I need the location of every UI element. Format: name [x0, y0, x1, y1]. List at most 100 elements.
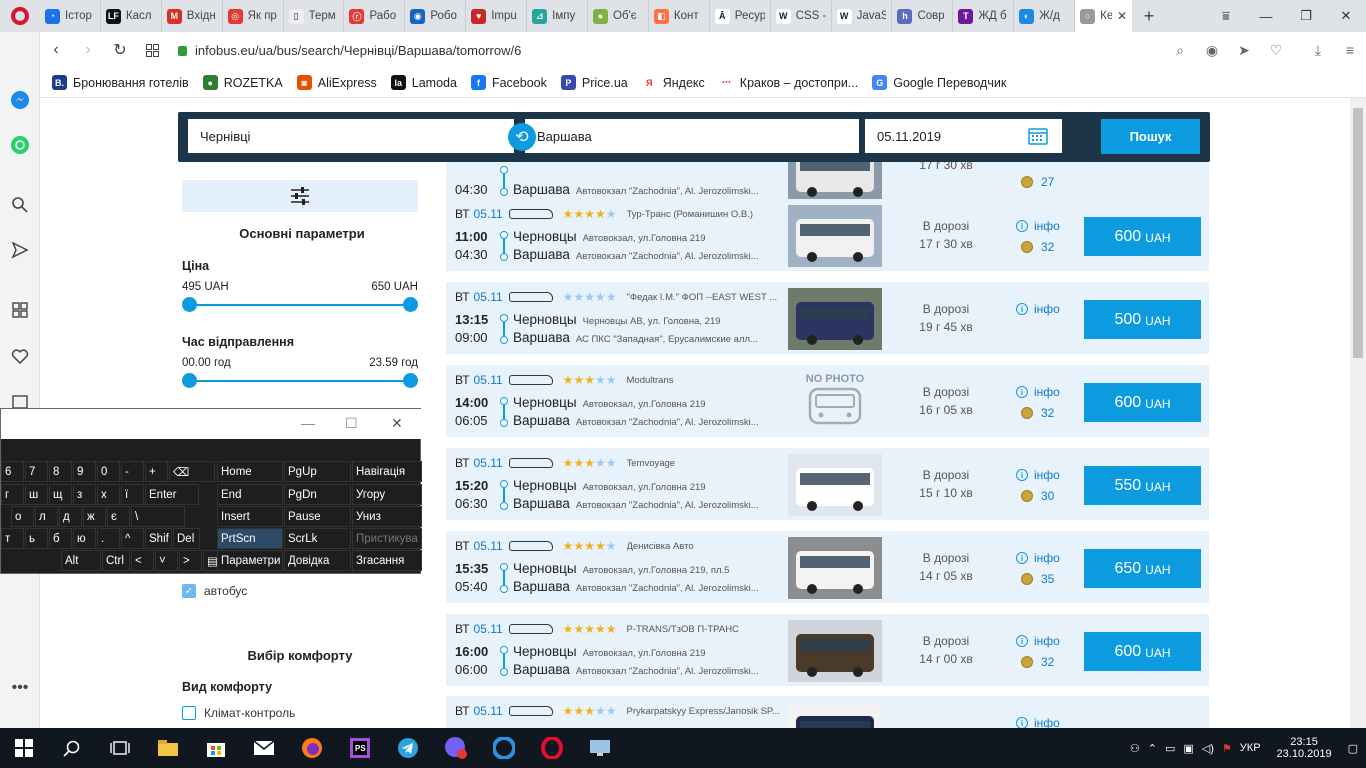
- tab-3[interactable]: ◎ Як пр: [223, 0, 284, 32]
- osk-key[interactable]: т: [1, 528, 24, 549]
- time-max-handle[interactable]: [403, 373, 418, 388]
- minimize-button[interactable]: —: [1246, 0, 1286, 32]
- tab-1[interactable]: LF Касл: [101, 0, 162, 32]
- osk-key[interactable]: Параметри: [217, 550, 283, 571]
- time-min-handle[interactable]: [182, 373, 197, 388]
- mail-icon[interactable]: [240, 728, 288, 768]
- forward-button[interactable]: ›: [72, 34, 104, 66]
- carrier-name[interactable]: Тур-Транс (Романишин О.В.): [627, 209, 754, 220]
- back-button[interactable]: ‹: [40, 34, 72, 66]
- download-icon[interactable]: ⤓: [1302, 34, 1334, 66]
- osk-key[interactable]: >: [179, 550, 202, 571]
- osk-key[interactable]: 0: [97, 461, 120, 482]
- from-input[interactable]: Чернівці: [188, 119, 514, 153]
- tab-10[interactable]: ◧ Конт: [649, 0, 710, 32]
- result-card[interactable]: ВТ 05.11 ★ ★ ★ ★ ★ P-TRANS/ТзОВ П-ТРАНС 16:00 06:…: [446, 614, 1209, 686]
- date-input[interactable]: 05.11.2019: [865, 119, 1062, 153]
- tab-9[interactable]: ● Об'є: [588, 0, 649, 32]
- osk-key[interactable]: ю: [73, 528, 96, 549]
- result-card[interactable]: ВТ 05.11 ★ ★ ★ ★ ★ Денисівка Авто 15:35 05:40 Черн…: [446, 531, 1209, 603]
- taskbar-search-icon[interactable]: [48, 728, 96, 768]
- buy-price-button[interactable]: 550 UAH: [1084, 466, 1201, 505]
- osk-key[interactable]: ї: [121, 484, 144, 505]
- buy-price-button[interactable]: 500 UAH: [1084, 300, 1201, 339]
- osk-key[interactable]: д: [59, 506, 82, 527]
- telegram-icon[interactable]: [384, 728, 432, 768]
- osk-key[interactable]: 8: [49, 461, 72, 482]
- search-button[interactable]: Пошук: [1101, 119, 1200, 154]
- whatsapp-icon[interactable]: [10, 135, 30, 155]
- clock[interactable]: 23:15 23.10.2019: [1277, 736, 1332, 760]
- bookmark-1[interactable]: ● ROZETKA: [202, 75, 283, 90]
- buy-price-button[interactable]: 600 UAH: [1084, 383, 1201, 422]
- page-scrollbar[interactable]: [1350, 98, 1366, 728]
- osk-key[interactable]: щ: [49, 484, 72, 505]
- osk-key[interactable]: ь: [25, 528, 48, 549]
- price-min-handle[interactable]: [182, 297, 197, 312]
- task-view-icon[interactable]: [96, 728, 144, 768]
- osk-key[interactable]: PgDn: [284, 484, 351, 505]
- osk-key[interactable]: 6: [1, 461, 24, 482]
- edge-icon[interactable]: [480, 728, 528, 768]
- result-card[interactable]: ВТ 05.11 ★ ★ ★ ★ ★ Тур-Транс (Романишин О.В.) 11…: [446, 199, 1209, 271]
- price-max-handle[interactable]: [403, 297, 418, 312]
- bookmark-5[interactable]: P Price.ua: [560, 75, 628, 90]
- share-icon[interactable]: ➤: [1228, 34, 1260, 66]
- store-icon[interactable]: [192, 728, 240, 768]
- osk-key[interactable]: +: [145, 461, 168, 482]
- search-icon[interactable]: [10, 195, 30, 215]
- bus-photo[interactable]: [788, 537, 882, 599]
- buy-price-button[interactable]: 650 UAH: [1084, 549, 1201, 588]
- osk-key[interactable]: Згасання: [352, 550, 422, 571]
- opera-menu-button[interactable]: [0, 0, 40, 32]
- osk-key[interactable]: 9: [73, 461, 96, 482]
- osk-key[interactable]: ж: [83, 506, 106, 527]
- bus-photo[interactable]: [788, 288, 882, 350]
- bookmark-7[interactable]: ⋯ Краков – достопри...: [718, 75, 858, 90]
- buy-price-button[interactable]: 600 UAH: [1084, 217, 1201, 256]
- carrier-name[interactable]: Modultrans: [627, 375, 674, 386]
- climate-checkbox[interactable]: Клімат-контроль: [182, 706, 295, 720]
- bookmark-2[interactable]: ◙ AliExpress: [296, 75, 377, 90]
- osk-key[interactable]: End: [217, 484, 283, 505]
- bus-photo[interactable]: [788, 205, 882, 267]
- osk-close-button[interactable]: ✕: [391, 415, 403, 432]
- result-card[interactable]: ВТ 05.11 ★ ★ ★ ★ ★ "Федак І.М." ФОП --EAST WEST…: [446, 282, 1209, 354]
- carrier-name[interactable]: Prykarpatskyy Express/Janosik SP...: [627, 706, 780, 717]
- bus-photo[interactable]: [788, 702, 882, 728]
- viber-icon[interactable]: [432, 728, 480, 768]
- snapshot-icon[interactable]: ◉: [1196, 34, 1228, 66]
- search-page-icon[interactable]: ⌕: [1164, 34, 1196, 66]
- tab-7[interactable]: ♥ Impu: [466, 0, 528, 32]
- url-field[interactable]: infobus.eu/ua/bus/search/Чернівці/Варшав…: [178, 43, 1164, 58]
- new-tab-button[interactable]: +: [1132, 0, 1166, 32]
- tabs-grid-button[interactable]: [136, 34, 168, 66]
- start-button[interactable]: [0, 728, 48, 768]
- osk-key[interactable]: г: [1, 484, 24, 505]
- osk-key[interactable]: Pause: [284, 506, 351, 527]
- tray-expand-icon[interactable]: ⌃: [1148, 742, 1157, 755]
- carrier-name[interactable]: Temvoyage: [627, 458, 676, 469]
- osk-key[interactable]: .: [97, 528, 120, 549]
- tab-17[interactable]: ○ Ке ✕: [1075, 0, 1132, 32]
- time-slider[interactable]: [182, 373, 418, 389]
- network-icon[interactable]: ▣: [1183, 742, 1193, 755]
- osk-key[interactable]: PgUp: [284, 461, 351, 482]
- osk-key[interactable]: з: [73, 484, 96, 505]
- file-explorer-icon[interactable]: [144, 728, 192, 768]
- send-icon[interactable]: [10, 240, 30, 260]
- osk-key[interactable]: \: [131, 506, 185, 527]
- osk-key[interactable]: ScrLk: [284, 528, 351, 549]
- calendar-icon[interactable]: [1028, 127, 1048, 148]
- to-input[interactable]: Варшава: [525, 119, 859, 153]
- osk-key[interactable]: PrtScn: [217, 528, 283, 549]
- messenger-icon[interactable]: [10, 90, 30, 110]
- remote-desktop-icon[interactable]: [576, 728, 624, 768]
- osk-key[interactable]: -: [121, 461, 144, 482]
- osk-key[interactable]: ˅: [155, 550, 178, 571]
- carrier-name[interactable]: P-TRANS/ТзОВ П-ТРАНС: [627, 624, 739, 635]
- result-card[interactable]: ВТ 05.11 ★ ★ ★ ★ ★ Prykarpatskyy Express/Janosi…: [446, 696, 1209, 728]
- osk-key[interactable]: Угору: [352, 484, 422, 505]
- bus-checkbox[interactable]: ✓ автобус: [182, 584, 247, 598]
- osk-key[interactable]: є: [107, 506, 130, 527]
